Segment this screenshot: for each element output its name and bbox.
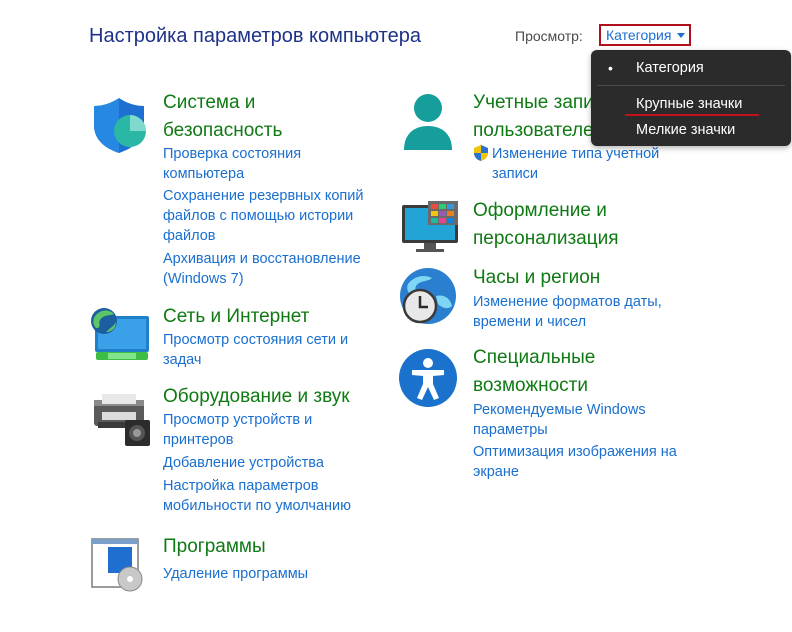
category-network[interactable]: Сеть и Интернет — [163, 303, 309, 331]
category-title-line[interactable]: Оформление и — [473, 197, 619, 225]
uac-shield-icon — [472, 144, 490, 162]
page-title: Настройка параметров компьютера — [89, 25, 421, 47]
category-title-line[interactable]: Система и — [163, 89, 282, 117]
link-line[interactable]: Просмотр устройств и — [163, 410, 312, 430]
link-line[interactable]: Настройка параметров — [163, 476, 351, 496]
link-add-device[interactable]: Добавление устройства — [163, 453, 324, 473]
link-line[interactable]: принтеров — [163, 430, 312, 450]
link-line[interactable]: Рекомендуемые Windows — [473, 400, 646, 420]
link-change-account-type[interactable]: Изменение типа учетной записи — [492, 144, 659, 184]
category-accessibility[interactable]: Специальные возможности — [473, 344, 595, 400]
view-by-value: Категория — [606, 27, 672, 43]
link-line[interactable]: Просмотр состояния сети и — [163, 330, 348, 350]
link-recommended-settings[interactable]: Рекомендуемые Windows параметры — [473, 400, 646, 440]
link-line[interactable]: времени и чисел — [473, 312, 662, 332]
link-line[interactable]: Изменение форматов даты, — [473, 292, 662, 312]
category-clock-region[interactable]: Часы и регион — [473, 264, 600, 292]
category-title-line[interactable]: персонализация — [473, 225, 619, 253]
menu-item-large-icons[interactable]: Крупные значки — [636, 96, 742, 112]
category-title-line[interactable]: возможности — [473, 372, 595, 400]
category-personalization[interactable]: Оформление и персонализация — [473, 197, 619, 253]
printer-icon[interactable] — [92, 392, 152, 452]
link-devices-printers[interactable]: Просмотр устройств и принтеров — [163, 410, 312, 450]
view-by-menu: • Категория Крупные значки Мелкие значки — [591, 50, 791, 146]
highlight-underline — [625, 114, 759, 116]
link-check-status[interactable]: Проверка состояния компьютера — [163, 144, 301, 184]
link-line[interactable]: Проверка состояния — [163, 144, 301, 164]
link-line[interactable]: записи — [492, 164, 659, 184]
link-line[interactable]: Архивация и восстановление — [163, 249, 361, 269]
category-title-line[interactable]: Оборудование и звук — [163, 383, 350, 411]
category-programs[interactable]: Программы — [163, 533, 266, 561]
link-optimize-display[interactable]: Оптимизация изображения на экране — [473, 442, 677, 482]
menu-divider — [597, 85, 785, 86]
category-title-line[interactable]: безопасность — [163, 117, 282, 145]
link-file-history[interactable]: Сохранение резервных копий файлов с помо… — [163, 186, 363, 246]
link-line[interactable]: Изменение типа учетной — [492, 144, 659, 164]
link-line[interactable]: компьютера — [163, 164, 301, 184]
programs-icon[interactable] — [90, 537, 150, 597]
category-title-line[interactable]: Специальные — [473, 344, 595, 372]
link-change-formats[interactable]: Изменение форматов даты, времени и чисел — [473, 292, 662, 332]
clock-globe-icon[interactable] — [398, 266, 458, 326]
category-system-security[interactable]: Система и безопасность — [163, 89, 282, 145]
link-network-status[interactable]: Просмотр состояния сети и задач — [163, 330, 348, 370]
user-accounts-icon[interactable] — [400, 90, 460, 150]
shield-icon[interactable] — [92, 95, 152, 155]
menu-item-category[interactable]: Категория — [636, 60, 704, 76]
category-hardware-sound[interactable]: Оборудование и звук — [163, 383, 350, 411]
link-line[interactable]: мобильности по умолчанию — [163, 496, 351, 516]
link-line[interactable]: файлов с помощью истории — [163, 206, 363, 226]
link-line[interactable]: задач — [163, 350, 348, 370]
category-title-line[interactable]: Часы и регион — [473, 264, 600, 292]
link-line[interactable]: файлов — [163, 226, 363, 246]
link-line[interactable]: Добавление устройства — [163, 453, 324, 473]
link-line[interactable]: Удаление программы — [163, 564, 308, 584]
link-line[interactable]: Оптимизация изображения на — [473, 442, 677, 462]
chevron-down-icon — [677, 32, 686, 38]
link-uninstall-program[interactable]: Удаление программы — [163, 564, 308, 584]
link-backup-restore[interactable]: Архивация и восстановление (Windows 7) — [163, 249, 361, 289]
view-by-dropdown[interactable]: Категория — [599, 24, 691, 46]
category-title-line[interactable]: Сеть и Интернет — [163, 303, 309, 331]
category-title-line[interactable]: Программы — [163, 533, 266, 561]
personalization-icon[interactable] — [400, 199, 460, 259]
link-line[interactable]: Сохранение резервных копий — [163, 186, 363, 206]
link-mobility-settings[interactable]: Настройка параметров мобильности по умол… — [163, 476, 351, 516]
link-line[interactable]: экране — [473, 462, 677, 482]
link-line[interactable]: (Windows 7) — [163, 269, 361, 289]
selected-bullet-icon: • — [608, 60, 613, 76]
menu-item-small-icons[interactable]: Мелкие значки — [636, 122, 735, 138]
link-line[interactable]: параметры — [473, 420, 646, 440]
accessibility-icon[interactable] — [398, 348, 458, 408]
network-icon[interactable] — [90, 306, 150, 366]
view-by-label: Просмотр: — [515, 28, 583, 44]
